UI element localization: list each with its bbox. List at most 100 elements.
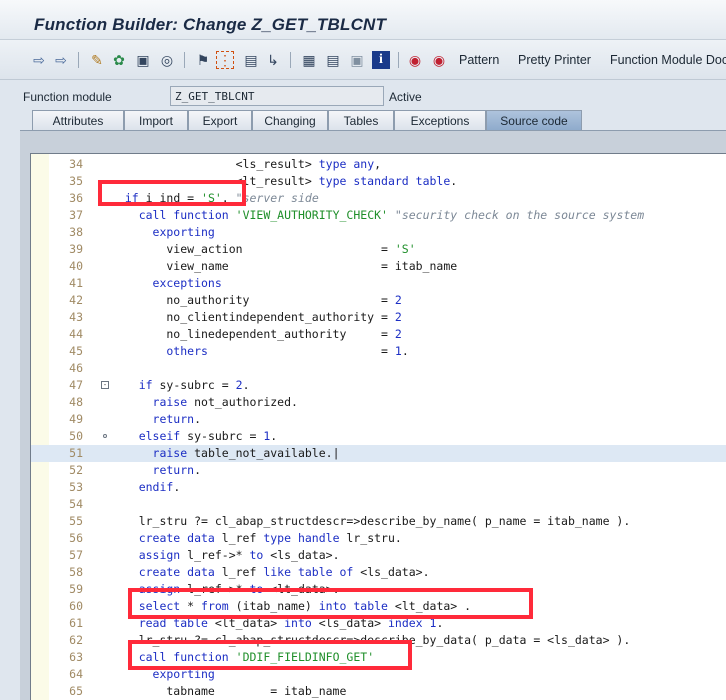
test-icon[interactable]: ◉ (406, 51, 424, 69)
title-bar: Function Builder: Change Z_GET_TBLCNT (0, 0, 726, 40)
code-line[interactable]: 58 create data l_ref like table of <ls_d… (31, 564, 726, 581)
code-token: tabname = itab_name (111, 684, 347, 698)
display-object-list-icon[interactable]: ▤ (242, 51, 260, 69)
toolbar-separator (184, 52, 185, 68)
code-line[interactable]: 34 <ls_result> type any, (31, 156, 726, 173)
check-icon[interactable]: ◎ (158, 51, 176, 69)
line-number: 45 (69, 344, 83, 358)
code-token: no_clientindependent_authority = (111, 310, 395, 324)
code-line[interactable]: 48 raise not_authorized. (31, 394, 726, 411)
tab-attributes[interactable]: Attributes (32, 110, 124, 130)
line-number: 52 (69, 463, 83, 477)
line-number: 42 (69, 293, 83, 307)
application-toolbar: ⇨ ⇨ ✎ ✿ ▣ ◎ ⚑ ⋮ ▤ ↳ ▦ ▤ ▣ i ◉ ◉ Pattern … (0, 40, 726, 80)
code-token: elseif (111, 429, 181, 443)
code-line[interactable]: 57 assign l_ref->* to <ls_data>. (31, 547, 726, 564)
hierarchy-icon[interactable]: ↳ (264, 51, 282, 69)
code-text: elseif sy-subrc = 1. (111, 428, 278, 445)
code-token: view_action = (111, 242, 395, 256)
window-title: Function Builder: Change Z_GET_TBLCNT (34, 15, 387, 34)
code-token: type standard table (318, 174, 451, 188)
display-list-icon[interactable]: ▣ (348, 51, 366, 69)
line-number: 36 (69, 191, 83, 205)
other-object-icon[interactable]: ✿ (110, 51, 128, 69)
code-token: no_linedependent_authority = (111, 327, 395, 341)
code-token: any (353, 157, 375, 171)
navigate-icon[interactable]: ⋮ (216, 51, 234, 69)
code-token: . (450, 174, 458, 188)
tab-export[interactable]: Export (188, 110, 252, 130)
status-label: Active (389, 90, 422, 104)
code-line[interactable]: 43 no_clientindependent_authority = 2 (31, 309, 726, 326)
line-number: 58 (69, 565, 83, 579)
code-token: . (242, 378, 250, 392)
info-icon[interactable]: i (372, 51, 390, 69)
stack-icon[interactable]: ▦ (300, 51, 318, 69)
where-used-icon[interactable]: ⚑ (194, 51, 212, 69)
code-token: l_ref (214, 565, 264, 579)
code-token: <ls_data>. (263, 548, 340, 562)
code-token: l_ref (214, 531, 264, 545)
toolbar-separator (78, 52, 79, 68)
code-line[interactable]: 65 tabname = itab_name (31, 683, 726, 700)
line-number: 49 (69, 412, 83, 426)
code-text: others = 1. (111, 343, 408, 360)
code-line[interactable]: 42 no_authority = 2 (31, 292, 726, 309)
code-text: exporting (111, 224, 215, 241)
code-line[interactable]: 51 raise table_not_available.| (31, 445, 726, 462)
line-number: 53 (69, 480, 83, 494)
code-line[interactable]: 50 elseif sy-subrc = 1. (31, 428, 726, 445)
function-module-field[interactable]: Z_GET_TBLCNT (170, 86, 384, 106)
code-text: return. (111, 411, 202, 428)
line-number: 61 (69, 616, 83, 630)
code-token: return (111, 463, 195, 477)
highlight-box (98, 180, 246, 206)
pretty-printer-button[interactable]: Pretty Printer (518, 53, 591, 67)
code-line[interactable]: 46 (31, 360, 726, 377)
code-text: return. (111, 462, 202, 479)
tab-exceptions[interactable]: Exceptions (394, 110, 486, 130)
tab-changing[interactable]: Changing (252, 110, 328, 130)
tab-source-code[interactable]: Source code (486, 110, 582, 130)
code-line[interactable]: 44 no_linedependent_authority = 2 (31, 326, 726, 343)
code-line[interactable]: 52 return. (31, 462, 726, 479)
pattern-button[interactable]: Pattern (459, 53, 499, 67)
code-token: call function (111, 208, 229, 222)
code-text: no_authority = 2 (111, 292, 401, 309)
code-token: 'VIEW_AUTHORITY_CHECK' (235, 208, 388, 222)
code-line[interactable]: 49 return. (31, 411, 726, 428)
tab-import[interactable]: Import (124, 110, 188, 130)
toolbar-separator (398, 52, 399, 68)
code-token: 2 (394, 310, 402, 324)
back-arrow-icon[interactable]: ⇨ (30, 51, 48, 69)
code-line[interactable]: 39 view_action = 'S' (31, 241, 726, 258)
code-text: call function 'VIEW_AUTHORITY_CHECK' "se… (111, 207, 644, 224)
line-number: 64 (69, 667, 83, 681)
function-module-doc-button[interactable]: Function Module Doc (610, 53, 726, 67)
line-number: 51 (69, 446, 83, 460)
code-line[interactable]: 45 others = 1. (31, 343, 726, 360)
code-line[interactable]: 38 exporting (31, 224, 726, 241)
code-line[interactable]: 53 endif. (31, 479, 726, 496)
fold-toggle-icon[interactable]: - (101, 381, 109, 389)
forward-arrow-icon[interactable]: ⇨ (52, 51, 70, 69)
code-token: type handle (263, 531, 340, 545)
code-token: table_not_available.| (187, 446, 340, 460)
documentation-icon[interactable]: ▤ (324, 51, 342, 69)
debugger-icon[interactable]: ◉ (430, 51, 448, 69)
code-line[interactable]: 55 lr_stru ?= cl_abap_structdescr=>descr… (31, 513, 726, 530)
code-line[interactable]: 41 exceptions (31, 275, 726, 292)
code-line[interactable]: 47 - if sy-subrc = 2. (31, 377, 726, 394)
code-line[interactable]: 40 view_name = itab_name (31, 258, 726, 275)
code-line[interactable]: 56 create data l_ref type handle lr_stru… (31, 530, 726, 547)
line-number: 62 (69, 633, 83, 647)
code-line[interactable]: 54 (31, 496, 726, 513)
activate-icon[interactable]: ▣ (134, 51, 152, 69)
code-line[interactable]: 37 call function 'VIEW_AUTHORITY_CHECK' … (31, 207, 726, 224)
pencil-toggle-icon[interactable]: ✎ (88, 51, 106, 69)
line-number: 43 (69, 310, 83, 324)
tab-tables[interactable]: Tables (328, 110, 394, 130)
code-token: 'S' (394, 242, 416, 256)
